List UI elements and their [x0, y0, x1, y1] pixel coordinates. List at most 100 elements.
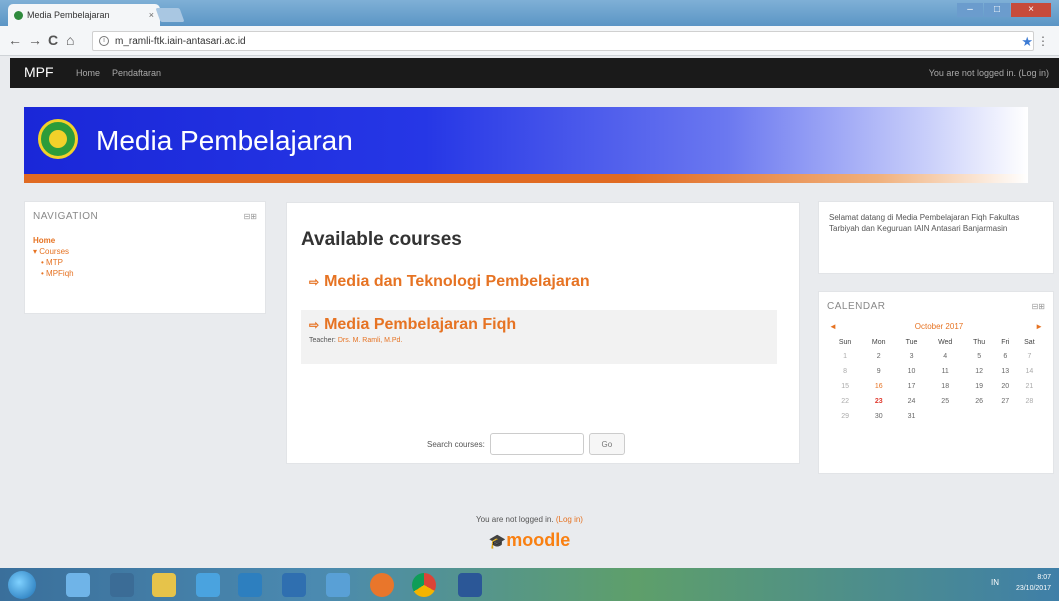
- app-taskbar-icon[interactable]: [196, 573, 220, 597]
- calendar-day[interactable]: 11: [927, 364, 964, 379]
- system-tray[interactable]: IN: [991, 578, 999, 587]
- calendar-day[interactable]: 22: [829, 394, 861, 409]
- maximize-button[interactable]: □: [984, 3, 1010, 17]
- calendar-day[interactable]: 2: [861, 349, 896, 364]
- back-icon[interactable]: ←: [8, 33, 22, 47]
- minimize-button[interactable]: –: [957, 3, 983, 17]
- nav-tree-courses[interactable]: ▾ Courses: [33, 246, 74, 257]
- calendar-day[interactable]: 23: [861, 394, 896, 409]
- app-taskbar-icon[interactable]: [282, 573, 306, 597]
- moodle-logo-text: moodle: [506, 530, 571, 550]
- url-text: m_ramli-ftk.iain-antasari.ac.id: [115, 35, 246, 47]
- calendar-day[interactable]: 1: [829, 349, 861, 364]
- calendar-day[interactable]: 29: [829, 409, 861, 424]
- chrome-taskbar-icon[interactable]: [412, 573, 436, 597]
- calendar-day[interactable]: 26: [964, 394, 995, 409]
- calendar-day[interactable]: 15: [829, 379, 861, 394]
- url-input[interactable]: i m_ramli-ftk.iain-antasari.ac.id: [92, 31, 1034, 51]
- explorer-taskbar-icon[interactable]: [66, 573, 90, 597]
- calendar-day[interactable]: 9: [861, 364, 896, 379]
- calendar-day[interactable]: 8: [829, 364, 861, 379]
- site-name: Media Pembelajaran: [96, 125, 353, 156]
- calendar-day[interactable]: 16: [861, 379, 896, 394]
- calendar-day[interactable]: 7: [1016, 349, 1043, 364]
- reload-icon[interactable]: C: [48, 33, 58, 47]
- nav-home-link[interactable]: Home: [76, 68, 100, 78]
- tab-close-icon[interactable]: ×: [149, 10, 154, 20]
- calendar-day[interactable]: 20: [995, 379, 1016, 394]
- teacher-link[interactable]: Drs. M. Ramli, M.Pd.: [338, 337, 403, 344]
- calendar-day[interactable]: 13: [995, 364, 1016, 379]
- calendar-day[interactable]: 18: [927, 379, 964, 394]
- app-taskbar-icon[interactable]: [110, 573, 134, 597]
- app-taskbar-icon[interactable]: [326, 573, 350, 597]
- word-taskbar-icon[interactable]: [458, 573, 482, 597]
- header-banner: Media Pembelajaran: [24, 107, 1028, 183]
- brand-link[interactable]: MPF: [24, 64, 54, 80]
- navigation-block: NAVIGATION ⊟⊞ Home ▾ Courses • MTP • MPF…: [24, 201, 266, 314]
- weekday-header: Wed: [938, 338, 953, 346]
- nav-pendaftaran-link[interactable]: Pendaftaran: [112, 68, 161, 78]
- close-window-button[interactable]: ×: [1011, 3, 1051, 17]
- footer-login-link[interactable]: (Log in): [556, 515, 583, 524]
- new-tab-button[interactable]: [155, 8, 185, 22]
- course-teacher: Teacher: Drs. M. Ramli, M.Pd.: [309, 337, 769, 344]
- footer-login-text: You are not logged in.: [476, 515, 554, 524]
- browser-menu-icon[interactable]: ⋮: [1037, 34, 1049, 48]
- calendar-day[interactable]: 25: [927, 394, 964, 409]
- block-dock-icon[interactable]: ⊟⊞: [1032, 302, 1045, 311]
- search-go-button[interactable]: Go: [588, 433, 625, 455]
- calendar-day[interactable]: 12: [964, 364, 995, 379]
- navbar-login-info[interactable]: You are not logged in. (Log in): [929, 68, 1049, 78]
- search-input[interactable]: [489, 433, 584, 455]
- calendar-month[interactable]: October 2017: [899, 322, 979, 331]
- nav-tree-course-mtp[interactable]: • MTP: [33, 257, 74, 268]
- teacher-label: Teacher:: [309, 337, 336, 344]
- navigation-title: NAVIGATION: [33, 211, 99, 222]
- calendar-day[interactable]: 3: [896, 349, 926, 364]
- calendar-day[interactable]: 24: [896, 394, 926, 409]
- nav-tree-course-mpfiqh[interactable]: • MPFiqh: [33, 268, 74, 279]
- calendar-day[interactable]: 5: [964, 349, 995, 364]
- browser-tabstrip: Media Pembelajaran × – □ ×: [0, 0, 1059, 26]
- calendar-day[interactable]: 14: [1016, 364, 1043, 379]
- course-link-mtp[interactable]: Media dan Teknologi Pembelajaran: [324, 273, 590, 291]
- bookmark-star-icon[interactable]: ★: [1021, 34, 1033, 50]
- calendar-day[interactable]: 17: [896, 379, 926, 394]
- taskbar-clock[interactable]: 8:07 23/10/2017: [1016, 572, 1051, 594]
- calendar-day[interactable]: 19: [964, 379, 995, 394]
- browser-tab[interactable]: Media Pembelajaran ×: [8, 4, 160, 26]
- calendar-day[interactable]: 4: [927, 349, 964, 364]
- tab-title: Media Pembelajaran: [27, 10, 110, 20]
- app-taskbar-icon[interactable]: [238, 573, 262, 597]
- clock-date: 23/10/2017: [1015, 585, 1051, 592]
- clock-time: 8:07: [1037, 574, 1051, 581]
- folder-taskbar-icon[interactable]: [152, 573, 176, 597]
- firefox-taskbar-icon[interactable]: [370, 573, 394, 597]
- home-icon[interactable]: ⌂: [66, 33, 74, 47]
- block-dock-icon[interactable]: ⊟⊞: [244, 212, 257, 221]
- calendar-day[interactable]: 28: [1016, 394, 1043, 409]
- calendar-day[interactable]: 31: [896, 409, 926, 424]
- calendar-table: Sun Mon Tue Wed Thu Fri Sat 1 2 3 4 5 6 7 8 9 10 1…: [829, 335, 1043, 424]
- course-item: ⇨ Media Pembelajaran Fiqh Teacher: Drs. …: [301, 310, 777, 364]
- prev-month-icon[interactable]: ◄: [829, 322, 837, 331]
- calendar-day[interactable]: 30: [861, 409, 896, 424]
- search-label: Search courses:: [427, 439, 485, 449]
- calendar-day[interactable]: 6: [995, 349, 1016, 364]
- weekday-header: Mon: [871, 338, 886, 346]
- nav-tree-home[interactable]: Home: [33, 235, 74, 246]
- start-button-icon[interactable]: [8, 571, 36, 599]
- course-link-mpfiqh[interactable]: Media Pembelajaran Fiqh: [324, 316, 516, 334]
- info-icon[interactable]: i: [99, 36, 109, 46]
- page-footer: You are not logged in. (Log in) 🎓moodle: [0, 515, 1059, 551]
- calendar-day[interactable]: 10: [896, 364, 926, 379]
- calendar-day[interactable]: 21: [1016, 379, 1043, 394]
- forward-icon[interactable]: →: [28, 33, 42, 47]
- moodle-hat-icon: 🎓: [488, 533, 507, 549]
- next-month-icon[interactable]: ►: [1035, 322, 1043, 331]
- moodle-logo[interactable]: 🎓moodle: [0, 530, 1059, 551]
- calendar-day[interactable]: 27: [995, 394, 1016, 409]
- calendar-day: [1016, 409, 1043, 424]
- course-icon: ⇨: [309, 275, 320, 289]
